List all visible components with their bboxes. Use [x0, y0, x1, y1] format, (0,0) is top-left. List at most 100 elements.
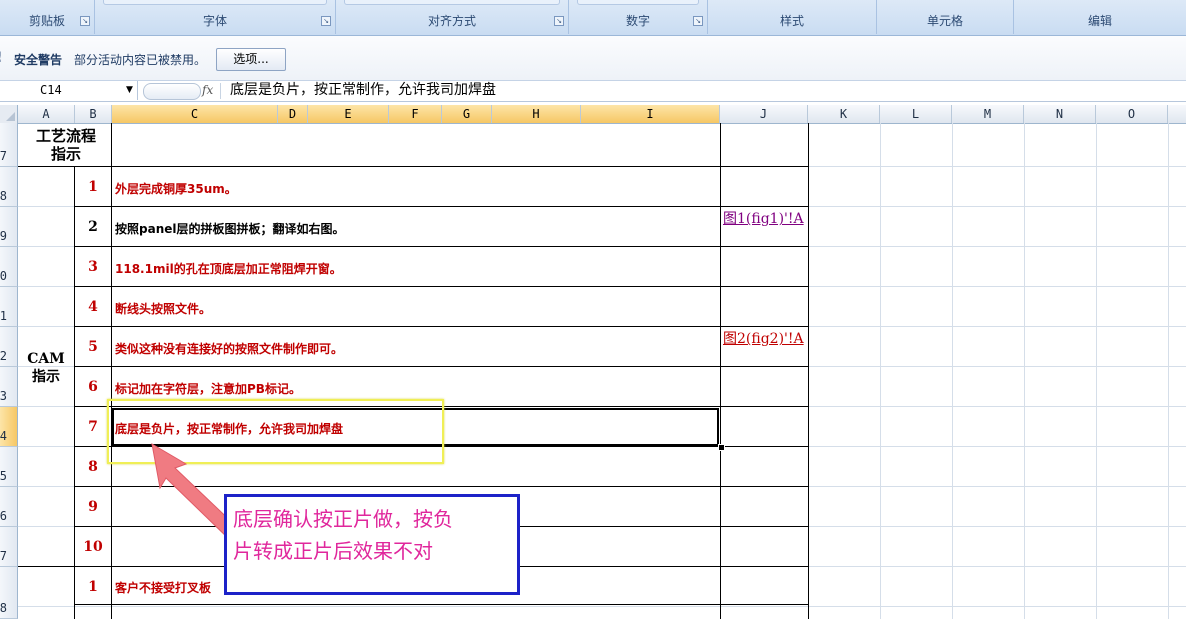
row-number: 13 [0, 389, 7, 403]
row-number: 14 [0, 429, 7, 443]
table-border [74, 326, 809, 327]
row-number: 9 [0, 229, 7, 243]
row-header[interactable]: 9 [0, 207, 18, 247]
dialog-launcher-icon[interactable]: ↘ [554, 16, 564, 26]
row-number: 16 [0, 509, 7, 523]
gridline [1096, 123, 1097, 619]
item-text[interactable]: 客户不接受打叉板 [115, 579, 211, 596]
table-border [74, 604, 809, 605]
row-number: 8 [0, 189, 7, 203]
item-number[interactable]: 9 [75, 499, 111, 515]
column-header-k[interactable]: K [808, 105, 880, 123]
column-header-l[interactable]: L [880, 105, 952, 123]
column-header-f[interactable]: F [389, 105, 442, 123]
row-header[interactable]: 12 [0, 327, 18, 367]
ribbon-group-alignment[interactable]: 对齐方式 ↘ [336, 0, 569, 34]
hyperlink-fig1[interactable]: 图1(fig1)'!A [723, 209, 807, 229]
ribbon-group-label: 数字 [625, 14, 650, 28]
column-header-a[interactable]: A [18, 105, 75, 123]
item-number[interactable]: 8 [75, 459, 111, 475]
formula-bar-resize-handle[interactable] [143, 83, 201, 100]
select-all-button[interactable] [0, 105, 18, 123]
row-header[interactable]: 17 [0, 527, 18, 567]
table-border [74, 366, 809, 367]
item-text[interactable]: 按照panel层的拼板图拼板；翻译如右图。 [115, 220, 344, 237]
ribbon-group-label: 单元格 [926, 14, 963, 28]
dialog-launcher-icon[interactable]: ↘ [321, 16, 331, 26]
row-header[interactable]: 13 [0, 367, 18, 407]
process-header-cell[interactable]: 工艺流程 指示 [22, 127, 110, 163]
column-header-e[interactable]: E [308, 105, 389, 123]
ribbon-group-editing[interactable]: 编辑 [1014, 0, 1186, 34]
ribbon-group-label: 字体 [202, 14, 227, 28]
row-number: 11 [0, 309, 7, 323]
column-header-c[interactable]: C [112, 105, 278, 123]
ribbon-group-font[interactable]: 字体 ↘ [95, 0, 336, 34]
gridline [952, 123, 953, 619]
column-header-j[interactable]: J [720, 105, 808, 123]
row-header[interactable]: 18 [0, 567, 18, 619]
item-number[interactable]: 7 [75, 419, 111, 435]
callout-text-line1: 底层确认按正片做，按负 [233, 507, 453, 531]
row-number: 15 [0, 469, 7, 483]
shield-icon: ! [0, 50, 6, 66]
ribbon-group-label: 编辑 [1087, 14, 1112, 28]
table-border [808, 123, 809, 619]
item-text[interactable]: 外层完成铜厚35um。 [115, 180, 237, 197]
column-header-o[interactable]: O [1096, 105, 1168, 123]
row-header[interactable]: 11 [0, 287, 18, 327]
ribbon-group-number[interactable]: 数字 ↘ [569, 0, 708, 34]
column-header-i[interactable]: I [581, 105, 720, 123]
column-header-g[interactable]: G [442, 105, 492, 123]
options-button[interactable]: 选项... [216, 48, 286, 71]
column-header-n[interactable]: N [1024, 105, 1096, 123]
security-warning-message: 部分活动内容已被禁用。 [74, 53, 207, 67]
table-border [111, 123, 112, 619]
item-number[interactable]: 3 [75, 259, 111, 275]
item-number[interactable]: 6 [75, 379, 111, 395]
row-header[interactable]: 10 [0, 247, 18, 287]
ribbon-group-clipboard[interactable]: 剪贴板 ↘ [0, 0, 95, 34]
gridline [1168, 123, 1169, 619]
item-number[interactable]: 5 [75, 339, 111, 355]
item-text[interactable]: 类似这种没有连接好的按照文件制作即可。 [115, 340, 343, 357]
row-header[interactable]: 7 [0, 123, 18, 167]
ribbon: 剪贴板 ↘ 字体 ↘ 对齐方式 ↘ 数字 ↘ 样式 单元格 编辑 [0, 0, 1186, 36]
hyperlink-fig2[interactable]: 图2(fig2)'!A [723, 329, 807, 349]
row-header[interactable]: 8 [0, 167, 18, 207]
dialog-launcher-icon[interactable]: ↘ [693, 16, 703, 26]
dialog-launcher-icon[interactable]: ↘ [80, 16, 90, 26]
table-border [74, 246, 809, 247]
column-header-b[interactable]: B [75, 105, 112, 123]
security-warning-title: 安全警告 [14, 53, 63, 67]
column-header-d[interactable]: D [278, 105, 308, 123]
ribbon-group-styles[interactable]: 样式 [708, 0, 877, 34]
row-header[interactable]: 16 [0, 487, 18, 527]
item-number[interactable]: 2 [75, 219, 111, 235]
item-number[interactable]: 1 [75, 179, 111, 195]
table-border [18, 166, 809, 167]
fill-handle[interactable] [718, 444, 725, 451]
item-number[interactable]: 1 [75, 579, 111, 595]
formula-input[interactable]: 底层是负片，按正常制作，允许我司加焊盘 [230, 81, 496, 100]
item-number[interactable]: 4 [75, 299, 111, 315]
insert-function-icon[interactable]: fx [202, 82, 213, 99]
table-border [74, 206, 809, 207]
item-text[interactable]: 118.1mil的孔在顶底层加正常阻焊开窗。 [115, 260, 342, 277]
number-controls-partial[interactable] [577, 0, 699, 5]
column-header-m[interactable]: M [952, 105, 1024, 123]
name-box[interactable]: C14 [0, 81, 138, 100]
cam-group-cell[interactable]: CAM 指示 [18, 350, 74, 386]
table-border [74, 286, 809, 287]
row-header[interactable]: 15 [0, 447, 18, 487]
item-text[interactable]: 断线头按照文件。 [115, 300, 211, 317]
alignment-controls-partial[interactable] [344, 0, 560, 5]
item-text[interactable]: 标记加在字符层，注意加PB标记。 [115, 380, 301, 397]
ribbon-group-label: 对齐方式 [427, 14, 476, 28]
item-number[interactable]: 10 [75, 539, 111, 555]
chevron-down-icon[interactable]: ▼ [126, 81, 133, 100]
row-header[interactable]: 14 [0, 407, 18, 447]
ribbon-group-cells[interactable]: 单元格 [877, 0, 1014, 34]
font-controls-partial[interactable] [103, 0, 327, 5]
column-header-h[interactable]: H [492, 105, 581, 123]
